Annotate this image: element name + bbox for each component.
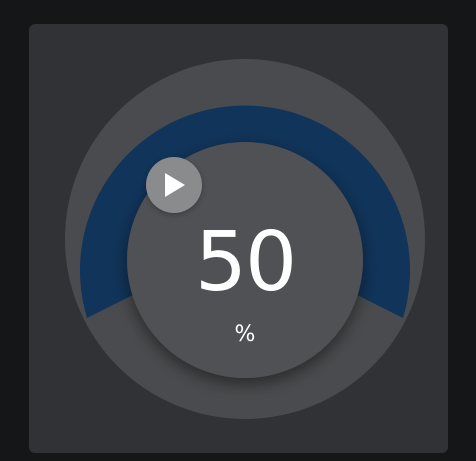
dial-unit: % xyxy=(234,322,256,347)
dial-value: 50 xyxy=(194,215,297,310)
play-icon xyxy=(165,173,185,197)
dial-handle[interactable] xyxy=(146,157,202,213)
